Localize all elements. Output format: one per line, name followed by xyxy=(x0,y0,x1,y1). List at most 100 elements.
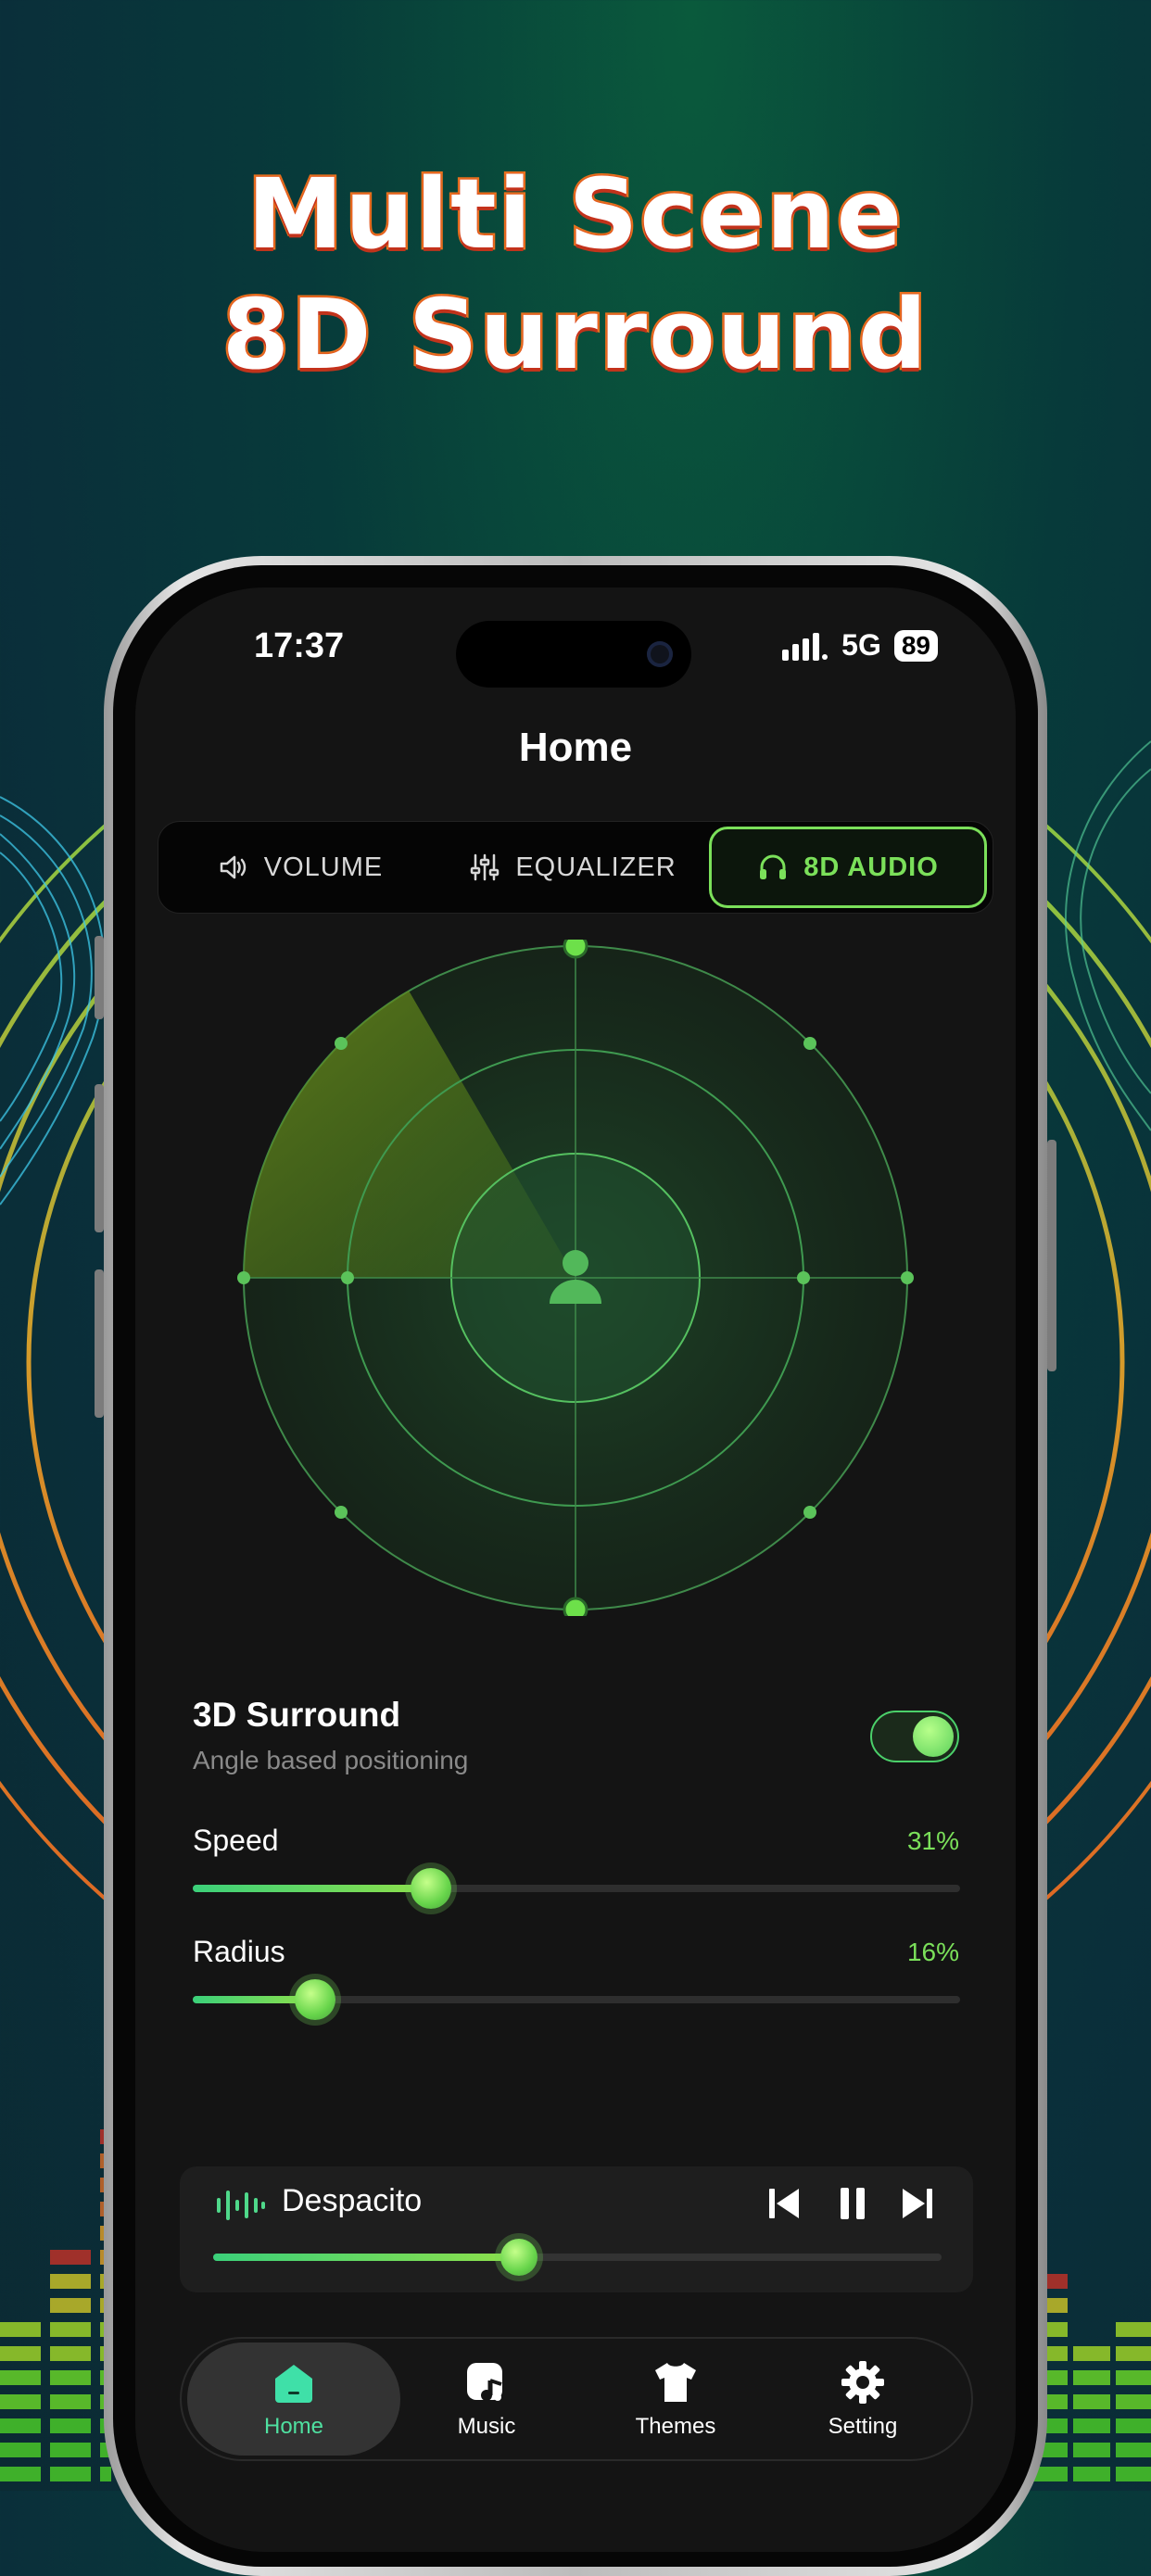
battery-level: 89 xyxy=(893,629,938,662)
playback-progress[interactable] xyxy=(213,2239,942,2276)
radius-value: 16% xyxy=(906,1938,959,1966)
surround-toggle[interactable] xyxy=(870,1711,959,1762)
radar-node xyxy=(901,1271,914,1284)
nav-item-themes-label: Themes xyxy=(635,2414,716,2439)
equalizer-icon xyxy=(471,853,500,881)
mode-tabs: VOLUME EQUALIZER 8D AUDIO xyxy=(158,821,993,914)
tab-volume[interactable]: VOLUME xyxy=(164,827,436,908)
radius-slider-handle[interactable] xyxy=(295,1979,336,2020)
pause-icon[interactable] xyxy=(834,2185,871,2222)
toggle-knob xyxy=(913,1716,954,1757)
next-track-icon[interactable] xyxy=(899,2185,936,2222)
waveform-icon xyxy=(217,2191,265,2220)
equalizer-bars-left xyxy=(0,2129,111,2481)
radar-node xyxy=(803,1506,816,1519)
surround-radar[interactable] xyxy=(237,940,914,1616)
nav-item-music-label: Music xyxy=(457,2414,516,2439)
radius-slider[interactable] xyxy=(193,1979,960,2020)
equalizer-segment xyxy=(1073,2370,1110,2385)
radius-label: Radius xyxy=(193,1935,285,1968)
equalizer-bars-right xyxy=(1031,2274,1151,2481)
speed-slider[interactable] xyxy=(193,1868,960,1909)
radar-node xyxy=(341,1271,354,1284)
equalizer-segment xyxy=(0,2346,41,2361)
equalizer-segment xyxy=(1116,2370,1151,2385)
equalizer-segment xyxy=(50,2370,91,2385)
equalizer-segment xyxy=(50,2274,91,2289)
nav-item-themes[interactable]: Themes xyxy=(569,2342,782,2456)
equalizer-segment xyxy=(50,2418,91,2433)
nav-item-setting[interactable]: Setting xyxy=(756,2342,969,2456)
tab-equalizer[interactable]: EQUALIZER xyxy=(436,827,709,908)
network-label: 5G xyxy=(841,628,881,662)
headphones-icon xyxy=(760,854,787,879)
status-time: 17:37 xyxy=(254,626,345,665)
nav-item-home[interactable]: Home xyxy=(187,2342,400,2456)
music-icon xyxy=(467,2363,502,2401)
equalizer-segment xyxy=(0,2443,41,2457)
phone-screen: 17:37 5G 89 Home VOLUME EQUALIZER 8D AUD… xyxy=(135,587,1016,2552)
signal-icon xyxy=(782,632,828,661)
nav-item-setting-label: Setting xyxy=(828,2414,898,2439)
mini-player[interactable]: Despacito xyxy=(180,2166,973,2292)
tab-8d-audio[interactable]: 8D AUDIO xyxy=(709,827,987,908)
radar-node-bottom xyxy=(563,1597,588,1616)
tab-equalizer-label: EQUALIZER xyxy=(515,852,677,882)
status-indicators: 5G 89 xyxy=(782,628,938,663)
radar-node xyxy=(335,1037,348,1050)
equalizer-segment xyxy=(1116,2467,1151,2481)
equalizer-segment xyxy=(100,2467,111,2481)
equalizer-segment xyxy=(1116,2443,1151,2457)
radar-node xyxy=(335,1506,348,1519)
equalizer-segment xyxy=(1073,2346,1110,2361)
equalizer-segment xyxy=(1116,2322,1151,2337)
equalizer-segment xyxy=(50,2322,91,2337)
equalizer-segment xyxy=(1073,2467,1110,2481)
equalizer-segment xyxy=(1073,2443,1110,2457)
camera-icon xyxy=(647,641,673,667)
equalizer-segment xyxy=(1073,2418,1110,2433)
surround-title: 3D Surround xyxy=(193,1696,401,1734)
equalizer-segment xyxy=(1116,2394,1151,2409)
speed-value: 31% xyxy=(906,1826,959,1855)
radar-node xyxy=(237,1271,250,1284)
tab-volume-label: VOLUME xyxy=(263,852,384,882)
song-title: Despacito xyxy=(282,2183,423,2218)
equalizer-segment xyxy=(0,2394,41,2409)
equalizer-segment xyxy=(50,2394,91,2409)
side-button-action xyxy=(95,936,104,1019)
equalizer-segment xyxy=(50,2346,91,2361)
radar-node xyxy=(797,1271,810,1284)
equalizer-segment xyxy=(1116,2418,1151,2433)
headline-line-1: Multi Scene xyxy=(245,156,904,273)
page-title: Home xyxy=(518,725,633,770)
radar-node xyxy=(803,1037,816,1050)
shirt-icon xyxy=(655,2363,696,2402)
nav-item-music[interactable]: Music xyxy=(380,2342,593,2456)
side-button-power xyxy=(1047,1140,1056,1371)
gear-icon xyxy=(841,2361,884,2404)
equalizer-segment xyxy=(50,2467,91,2481)
speed-slider-fill xyxy=(193,1885,431,1892)
tab-8d-audio-label: 8D AUDIO xyxy=(803,852,939,882)
side-button-volume-up xyxy=(95,1084,104,1232)
equalizer-segment xyxy=(0,2418,41,2433)
equalizer-segment xyxy=(50,2250,91,2265)
bottom-navigation: Home Music Themes Setting xyxy=(180,2337,973,2461)
headline-line-2: 8D Surround xyxy=(220,276,930,394)
playback-progress-handle[interactable] xyxy=(500,2239,538,2276)
playback-progress-fill xyxy=(213,2254,520,2261)
speed-slider-handle[interactable] xyxy=(410,1868,451,1909)
radar-node-top xyxy=(563,940,588,959)
previous-track-icon[interactable] xyxy=(765,2185,803,2222)
home-icon xyxy=(275,2365,312,2403)
equalizer-segment xyxy=(0,2370,41,2385)
equalizer-segment xyxy=(0,2322,41,2337)
side-button-volume-down xyxy=(95,1269,104,1418)
speaker-icon xyxy=(220,855,246,879)
nav-item-home-label: Home xyxy=(263,2414,324,2439)
equalizer-segment xyxy=(1116,2346,1151,2361)
equalizer-segment xyxy=(50,2443,91,2457)
dynamic-island xyxy=(456,621,691,688)
surround-subtitle: Angle based positioning xyxy=(193,1746,469,1774)
